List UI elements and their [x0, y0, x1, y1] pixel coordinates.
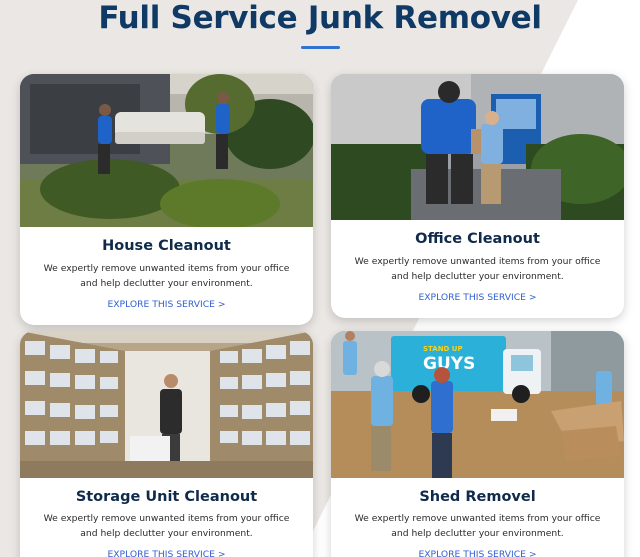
- service-image-shed-removel: STAND UP GUYS: [331, 331, 624, 478]
- explore-service-link[interactable]: EXPLORE THIS SERVICE >: [107, 549, 225, 557]
- card-body: Shed Removel We expertly remove unwanted…: [331, 489, 624, 557]
- card-description: We expertly remove unwanted items from y…: [43, 263, 290, 289]
- service-image-office-cleanout: [331, 74, 624, 220]
- card-title: Storage Unit Cleanout: [75, 489, 258, 505]
- card-body: Office Cleanout We expertly remove unwan…: [331, 231, 624, 305]
- service-image-house-cleanout: [20, 74, 313, 227]
- card-body: House Cleanout We expertly remove unwant…: [20, 238, 313, 312]
- card-title: House Cleanout: [102, 238, 231, 254]
- explore-service-link[interactable]: EXPLORE THIS SERVICE >: [418, 549, 536, 557]
- title-underline: [301, 46, 340, 49]
- service-card-office-cleanout: Office Cleanout We expertly remove unwan…: [331, 74, 624, 318]
- service-image-storage-unit-cleanout: [20, 331, 313, 478]
- card-description: We expertly remove unwanted items from y…: [354, 513, 601, 539]
- service-card-shed-removel: STAND UP GUYS Shed Removel We expertly r…: [331, 331, 624, 557]
- service-card-house-cleanout: House Cleanout We expertly remove unwant…: [20, 74, 313, 325]
- card-body: Storage Unit Cleanout We expertly remove…: [20, 489, 313, 557]
- card-description: We expertly remove unwanted items from y…: [43, 513, 290, 539]
- services-section: Full Service Junk Removel House Cleanout: [0, 0, 640, 557]
- explore-service-link[interactable]: EXPLORE THIS SERVICE >: [107, 299, 225, 310]
- card-title: Office Cleanout: [415, 231, 540, 247]
- service-card-storage-unit-cleanout: Storage Unit Cleanout We expertly remove…: [20, 331, 313, 557]
- explore-service-link[interactable]: EXPLORE THIS SERVICE >: [418, 292, 536, 303]
- truck-logo-line-2: GUYS: [423, 354, 475, 374]
- section-title: Full Service Junk Removel: [98, 0, 542, 36]
- truck-logo-line-1: STAND UP: [423, 345, 463, 353]
- card-title: Shed Removel: [419, 489, 536, 505]
- card-description: We expertly remove unwanted items from y…: [354, 256, 601, 282]
